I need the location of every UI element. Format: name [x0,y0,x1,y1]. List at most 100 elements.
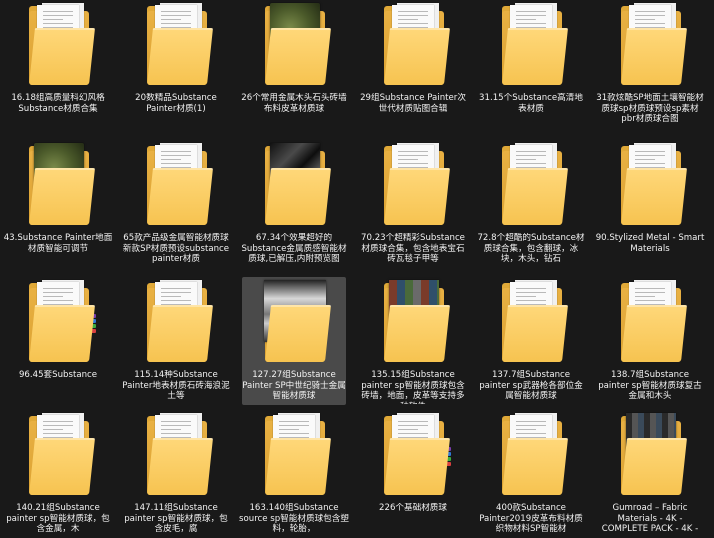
folder-front [502,28,568,85]
folder-label: 96.45套Substance [18,370,98,380]
folder-front [29,305,95,362]
doc-text-line [635,15,665,16]
doc-text-line [398,433,428,434]
folder-item[interactable]: 226个基础材质球 [361,410,465,538]
folder-item[interactable]: 140.21组Substance painter sp智能材质球，包含金属，木 [6,410,110,538]
folder-front [621,438,687,495]
folder-item[interactable]: 26个常用金属木头石头砖墙布料皮革材质球 [241,0,347,128]
doc-text-line [516,11,546,12]
folder-item[interactable]: 138.7组Substance painter sp智能材质球复古金属和木头 [598,277,702,405]
folder-front [621,305,687,362]
folder-front [621,28,687,85]
folder-item[interactable]: 115.14种Substance Painter地表材质石砖海浪泥土等 [122,277,230,405]
doc-text-line [43,425,73,426]
folder-label: 31.15个Substance高清地表材质 [479,93,583,114]
doc-text-line [43,288,73,289]
folder-label: 135.15组Substance painter sp智能材质球包含砖墙，地面，… [361,370,465,404]
folder-icon [598,410,702,500]
doc-text-line [279,425,309,426]
folder-item[interactable]: 147.11组Substance painter sp智能材质球，包含皮毛，腐 [124,410,228,538]
doc-text-line [635,296,655,297]
folder-icon [479,140,583,230]
doc-text-line [161,151,191,152]
folder-icon [124,277,228,367]
folder-item[interactable]: 43.Substance Painter地面材质智能可调节 [3,140,113,268]
folder-item[interactable]: 72.8个超酷的Substance材质球合集，包含翻球，冰块，木头，钻石 [477,140,585,268]
folder-front [147,28,213,85]
doc-text-line [161,15,191,16]
folder-label: 70.23个超精彩Substance材质球合集，包含地表宝石砖瓦毯子甲等 [361,233,465,264]
doc-text-line [516,15,546,16]
doc-text-line [161,292,191,293]
doc-text-line [43,296,63,297]
doc-text-line [398,155,428,156]
folder-icon [361,140,465,230]
folder-item[interactable]: 20数精品Substance Painter材质(1) [124,0,228,128]
doc-text-line [43,292,73,293]
doc-text-line [161,163,191,164]
doc-text-line [635,155,665,156]
doc-text-line [516,296,536,297]
doc-text-line [161,155,191,156]
folder-label: 16.18组高质量科幻风格Substance材质合集 [11,93,105,114]
folder-icon [598,140,702,230]
folder-label: 90.Stylized Metal - Smart Materials [595,233,705,254]
folder-front [384,28,450,85]
doc-text-line [398,163,428,164]
folder-front [384,438,450,495]
doc-text-line [398,151,428,152]
folder-label: 65款产品级金属智能材质球新款SP材质预设substance painter材质 [122,233,230,264]
folder-item[interactable]: 163.140组Substance source sp智能材质球包含塑料，轮胎， [239,410,349,538]
folder-label: 31款炫酷SP地面土壤智能材质球sp材质球预设sp素材pbr材质球合图 [596,93,704,124]
folder-label: 72.8个超酷的Substance材质球合集，包含翻球，冰块，木头，钻石 [477,233,585,264]
folder-front [265,168,331,225]
doc-text-line [161,11,191,12]
folder-front [147,305,213,362]
folder-item[interactable]: 29组Substance Painter次世代材质贴图合辑 [360,0,466,128]
folder-front [265,28,331,85]
doc-text-line [43,19,63,20]
folder-item[interactable]: 135.15组Substance painter sp智能材质球包含砖墙，地面，… [361,277,465,405]
doc-text-line [516,433,546,434]
doc-text-line [161,433,191,434]
folder-front [502,305,568,362]
folder-front [147,168,213,225]
doc-text-line [516,151,546,152]
folder-item[interactable]: 400款Substance Painter2019皮革布料材质织物材料SP智能材 [479,410,583,538]
doc-text-line [516,425,546,426]
folder-item[interactable]: 31.15个Substance高清地表材质 [479,0,583,128]
folder-item[interactable]: 16.18组高质量科幻风格Substance材质合集 [6,0,110,128]
folder-item[interactable]: 127.27组Substance Painter SP中世纪骑士金属智能材质球 [242,277,346,405]
folder-label: 29组Substance Painter次世代材质贴图合辑 [360,93,466,114]
folder-label: 67.34个效果超好的Substance金属质感智能材质球,已解压,内附预览图 [241,233,347,264]
folder-item[interactable]: 90.Stylized Metal - Smart Materials [595,140,705,268]
doc-text-line [398,421,428,422]
folder-item[interactable]: 65款产品级金属智能材质球新款SP材质预设substance painter材质 [122,140,230,268]
doc-text-line [398,429,418,430]
folder-item[interactable]: 70.23个超精彩Substance材质球合集，包含地表宝石砖瓦毯子甲等 [361,140,465,268]
doc-text-line [161,300,191,301]
folder-icon [6,410,110,500]
doc-text-line [43,429,63,430]
doc-text-line [398,425,428,426]
folder-item[interactable]: Gumroad – Fabric Materials - 4K - COMPLE… [598,410,702,538]
folder-item[interactable]: 137.7组Substance painter sp武器枪各部位金属智能材质球 [479,277,583,405]
folder-icon [124,140,228,230]
folder-front [147,438,213,495]
folder-item[interactable]: 31款炫酷SP地面土壤智能材质球sp材质球预设sp素材pbr材质球合图 [596,0,704,128]
doc-text-line [43,421,73,422]
folder-icon [479,0,583,90]
doc-text-line [516,288,546,289]
doc-text-line [161,296,181,297]
folder-label: 138.7组Substance painter sp智能材质球复古金属和木头 [598,370,702,401]
folder-front [29,168,95,225]
folder-icon [479,410,583,500]
folder-label: 43.Substance Painter地面材质智能可调节 [3,233,113,254]
doc-text-line [161,159,181,160]
folder-item[interactable]: 96.45套Substance [6,277,110,405]
doc-text-line [279,429,299,430]
folder-icon [598,0,702,90]
doc-text-line [398,19,418,20]
doc-text-line [161,425,191,426]
folder-item[interactable]: 67.34个效果超好的Substance金属质感智能材质球,已解压,内附预览图 [241,140,347,268]
